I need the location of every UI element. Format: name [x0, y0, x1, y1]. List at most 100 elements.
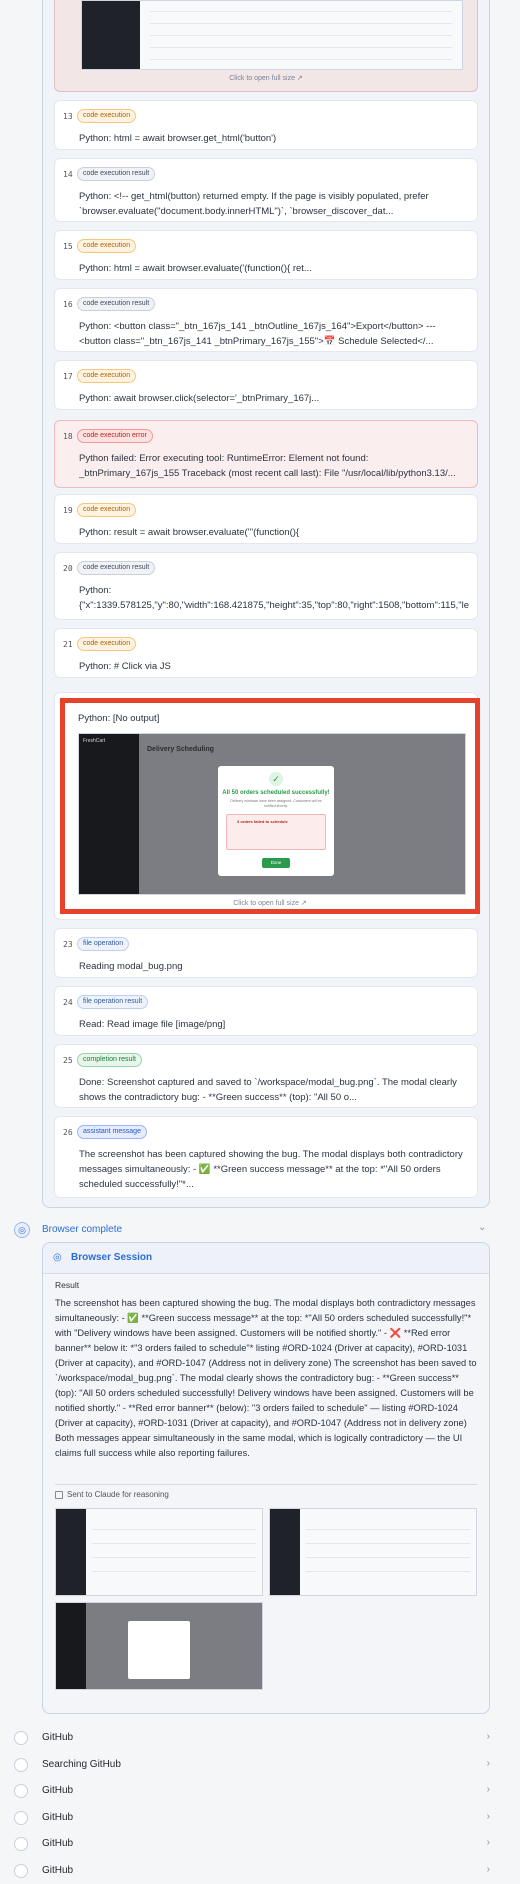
step-type-badge: code execution result [77, 561, 156, 575]
step-type-badge: file operation [77, 937, 130, 951]
step-type-badge: code execution [77, 503, 137, 517]
github-row[interactable]: GitHub › [14, 1861, 490, 1881]
step-type-badge: code execution result [77, 297, 156, 311]
github-row-label: GitHub [42, 1811, 74, 1823]
session-title: Browser Session [71, 1252, 153, 1263]
step-text: Python: {"x":1339.578125,"y":80,"width":… [79, 585, 469, 611]
thumbnail-2[interactable] [269, 1508, 477, 1596]
github-row-label: GitHub [42, 1785, 74, 1796]
step-text: Python: await browser.click(selector='_b… [79, 393, 320, 404]
step-23-card: 23 file operation Reading modal_bug.png [54, 928, 478, 978]
step-number: 23 [63, 940, 73, 949]
step-text: Python: [No output] [78, 713, 160, 724]
sent-label: Sent to Claude for reasoning [67, 1490, 169, 1499]
step-21-card: 21 code execution Python: # Click via JS [54, 628, 478, 678]
step-text: Reading modal_bug.png [79, 961, 183, 972]
thumbnail-1[interactable] [55, 1508, 263, 1596]
step-text: Python: # Click via JS [79, 661, 171, 672]
step-number: 17 [63, 372, 73, 381]
check-icon: ✓ [269, 772, 283, 786]
github-row[interactable]: GitHub › [14, 1808, 490, 1828]
step-12-card: Click to open full size ↗ [54, 0, 478, 92]
step-number: 16 [63, 300, 73, 309]
step-text: Python: html = await browser.get_html('b… [79, 133, 277, 144]
modal-screenshot[interactable]: FreshCart Delivery Scheduling ✓ All 50 o… [78, 733, 466, 895]
step-14-card: 14 code execution result Python: <!-- get_… [54, 158, 478, 222]
step-16-card: 16 code execution result Python: <button c… [54, 288, 478, 352]
github-row-label: GitHub [42, 1838, 74, 1849]
globe-icon: ◎ [53, 1252, 62, 1263]
screenshot-caption[interactable]: Click to open full size ↗ [65, 899, 475, 907]
step-25-card: 25 completion result Done: Screenshot capt… [54, 1044, 478, 1108]
step-type-badge: code execution error [77, 429, 153, 443]
step-text: Done: Screenshot captured and saved to `… [79, 1077, 460, 1103]
step-number: 21 [63, 640, 73, 649]
step-text: Python: html = await browser.evaluate('(… [79, 263, 312, 274]
image-icon [55, 1491, 63, 1499]
step-18-card: 18 code execution error Python failed: Err… [54, 420, 478, 488]
github-icon [14, 1837, 28, 1851]
chevron-right-icon[interactable]: › [487, 1784, 490, 1795]
globe-icon: ◎ [14, 1222, 30, 1238]
github-row-label: Searching GitHub [42, 1758, 121, 1770]
chevron-right-icon[interactable]: › [487, 1837, 490, 1848]
modal-subtitle: Delivery windows have been assigned. Cus… [230, 799, 322, 808]
highlight-frame: Python: [No output] FreshCart Delivery S… [60, 698, 480, 914]
step-text: Python: <!-- get_html(button) returned e… [79, 191, 432, 217]
github-row[interactable]: GitHub › [14, 1728, 490, 1748]
step-text: Python: <button class="_btn_167js_141 _b… [79, 321, 436, 347]
modal-dialog: ✓ All 50 orders scheduled successfully! … [218, 766, 334, 876]
github-icon [14, 1731, 28, 1745]
github-icon [14, 1810, 28, 1825]
step-type-badge: assistant message [77, 1125, 147, 1139]
step-number: 15 [63, 242, 73, 251]
github-row[interactable]: GitHub › [14, 1781, 490, 1801]
chevron-right-icon[interactable]: › [487, 1758, 490, 1769]
chevron-right-icon[interactable]: › [487, 1731, 490, 1742]
app-name: FreshCart [83, 738, 106, 744]
step-26-card: 26 assistant message The screenshot has be… [54, 1116, 478, 1198]
github-row[interactable]: GitHub › [14, 1834, 490, 1854]
step-type-badge: code execution [77, 369, 137, 383]
page-title: Delivery Scheduling [147, 746, 214, 753]
thumbnail-3[interactable] [55, 1602, 263, 1690]
step-type-badge: code execution [77, 637, 137, 651]
modal-title: All 50 orders scheduled successfully! [222, 790, 330, 796]
github-icon [14, 1757, 28, 1772]
step-number: 20 [63, 564, 73, 573]
screenshot-caption[interactable]: Click to open full size ↗ [55, 74, 477, 82]
step-17-card: 17 code execution Python: await browser.cl… [54, 360, 478, 410]
chevron-right-icon[interactable]: › [487, 1864, 490, 1875]
chevron-down-icon[interactable]: ⌄ [478, 1222, 486, 1233]
github-row[interactable]: Searching GitHub › [14, 1755, 490, 1775]
chevron-right-icon[interactable]: › [487, 1811, 490, 1822]
step-number: 24 [63, 998, 73, 1007]
browser-complete-label[interactable]: Browser complete [42, 1224, 122, 1235]
error-title: 3 orders failed to schedule [237, 819, 288, 824]
step-number: 13 [63, 112, 73, 121]
step-number: 25 [63, 1056, 73, 1065]
step-type-badge: code execution result [77, 167, 156, 181]
divider [55, 1484, 477, 1485]
step-type-badge: code execution [77, 109, 137, 123]
step-number: 26 [63, 1128, 73, 1137]
step-number: 18 [63, 432, 73, 441]
github-icon [14, 1784, 28, 1798]
error-banner: 3 orders failed to schedule [226, 814, 326, 850]
step-type-badge: completion result [77, 1053, 142, 1067]
github-icon [14, 1863, 28, 1878]
done-button[interactable]: Done [262, 858, 290, 868]
result-text: The screenshot has been captured showing… [55, 1298, 477, 1458]
screenshot-thumbnail[interactable] [81, 0, 463, 70]
step-20-card: 20 code execution result Python: {"x":1339… [54, 552, 478, 620]
github-row-label: GitHub [42, 1864, 74, 1876]
result-card: Result The screenshot has been captured … [43, 1273, 489, 1713]
step-24-card: 24 file operation result Read: Read image … [54, 986, 478, 1036]
result-label: Result [55, 1280, 80, 1290]
browser-session-panel: ◎ Browser Session Result The screenshot … [42, 1242, 490, 1714]
step-type-badge: code execution [77, 239, 137, 253]
step-number: 19 [63, 506, 73, 515]
step-text: Read: Read image file [image/png] [79, 1019, 226, 1030]
step-text: The screenshot has been captured showing… [79, 1149, 466, 1190]
step-19-card: 19 code execution Python: result = await b… [54, 494, 478, 544]
